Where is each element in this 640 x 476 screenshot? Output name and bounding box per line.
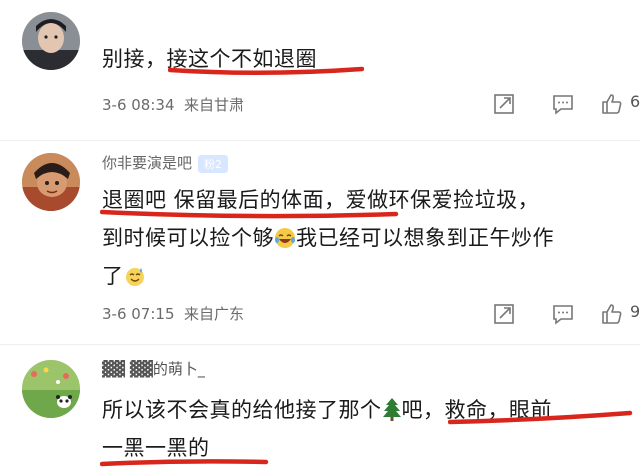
- comment-actions: 6: [440, 92, 640, 116]
- comment-location: 来自甘肃: [184, 96, 245, 114]
- comment-meta: 3-6 07:15 来自广东: [102, 303, 244, 324]
- avatar[interactable]: [22, 12, 80, 70]
- comment-meta: 3-6 08:34 来自甘肃: [102, 94, 244, 115]
- comment-2: 你非要演是吧 粉2 退圈吧 保留最后的体面，爱做环保爱捡垃圾， 到时候可以捡个够 …: [0, 140, 640, 340]
- comment-actions: 9: [440, 302, 640, 326]
- comment-text-line: 到时候可以捡个够 我已经可以想象到正午炒作: [102, 226, 554, 250]
- highlight-underline: [448, 410, 633, 425]
- comment-username[interactable]: 你非要演是吧 粉2: [102, 152, 229, 173]
- comment-text: 退圈吧 保留最后的体面，爱做环保爱捡垃圾， 到时候可以捡个够 我已经可以想象到正…: [102, 184, 554, 292]
- comment-username[interactable]: ▓▓ ▓▓的萌卜_: [102, 358, 205, 379]
- comment-1: 别接，接这个不如退圈 3-6 08:34 来自甘肃 6: [0, 0, 640, 140]
- share-icon[interactable]: [492, 92, 516, 116]
- comment-location: 来自广东: [184, 305, 245, 323]
- laugh-cry-emoji: [275, 228, 295, 248]
- sweat-smile-emoji: [125, 268, 144, 286]
- share-icon[interactable]: [492, 302, 516, 326]
- highlight-underline: [100, 459, 269, 467]
- like-count: 6: [630, 92, 640, 111]
- comment-time: 3-6 08:34: [102, 96, 175, 114]
- like-icon[interactable]: [600, 302, 624, 326]
- avatar[interactable]: [22, 153, 80, 211]
- like-icon[interactable]: [600, 92, 624, 116]
- comment-icon[interactable]: [551, 92, 575, 116]
- comment-text-line: 了: [102, 260, 554, 292]
- comment-3: ▓▓ ▓▓的萌卜_ 所以该不会真的给他接了那个 吧，救命，眼前 一黑一黑的: [0, 344, 640, 476]
- like-count: 9: [630, 302, 640, 321]
- comment-icon[interactable]: [551, 302, 575, 326]
- comment-text: 所以该不会真的给他接了那个 吧，救命，眼前 一黑一黑的: [102, 394, 552, 464]
- avatar[interactable]: [22, 360, 80, 418]
- tree-emoji: [382, 398, 401, 421]
- highlight-underline: [100, 209, 399, 219]
- fan-badge: 粉2: [198, 154, 229, 173]
- highlight-underline: [168, 66, 364, 76]
- comment-time: 3-6 07:15: [102, 305, 175, 323]
